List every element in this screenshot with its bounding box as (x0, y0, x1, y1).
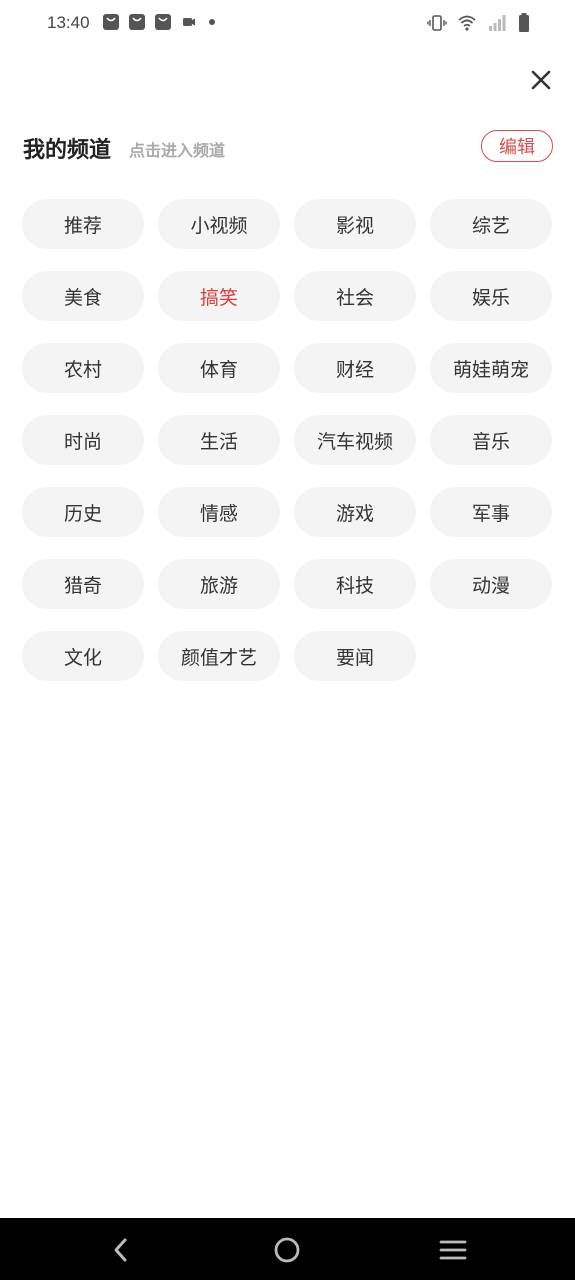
back-chevron-icon (114, 1238, 127, 1262)
shopping-bag-icon (129, 14, 145, 30)
edit-button[interactable]: 编辑 (481, 130, 553, 162)
channel-chip[interactable]: 汽车视频 (294, 415, 416, 465)
channel-chip[interactable]: 农村 (22, 343, 144, 393)
channel-chip[interactable]: 萌娃萌宠 (430, 343, 552, 393)
dot-icon (209, 19, 215, 25)
channel-chip[interactable]: 游戏 (294, 487, 416, 537)
my-channels-header: 我的频道 点击进入频道 编辑 (23, 128, 553, 168)
channel-chip[interactable]: 历史 (22, 487, 144, 537)
system-navigation-bar (0, 1218, 575, 1280)
channel-chip[interactable]: 社会 (294, 271, 416, 321)
channel-chip[interactable]: 情感 (158, 487, 280, 537)
battery-icon (519, 13, 529, 32)
channel-chip[interactable]: 时尚 (22, 415, 144, 465)
channel-chip[interactable]: 体育 (158, 343, 280, 393)
channel-chip[interactable]: 动漫 (430, 559, 552, 609)
notification-icons (102, 13, 218, 31)
shopping-bag-icon (155, 14, 171, 30)
channel-grid: 推荐 小视频 影视 综艺美食 搞笑 社会 娱乐农村 体育 财经 萌娃萌宠时尚 生活 汽车视频 音乐历史情… (22, 199, 553, 681)
channel-chip[interactable]: 要闻 (294, 631, 416, 681)
channel-chip[interactable]: 猎奇 (22, 559, 144, 609)
channel-chip[interactable]: 小视频 (158, 199, 280, 249)
wifi-icon (458, 15, 476, 31)
close-icon (531, 70, 551, 90)
channel-chip[interactable]: 颜值才艺 (158, 631, 280, 681)
video-camera-icon (183, 18, 195, 26)
home-button[interactable] (271, 1234, 303, 1266)
channel-chip[interactable]: 美食 (22, 271, 144, 321)
channel-editor-screen: 13:40 我的频道 点击进入频道 编辑 推荐 小视频 影视 综艺 美食 搞笑 … (0, 0, 575, 1280)
channel-chip[interactable]: 军事 (430, 487, 552, 537)
close-button[interactable] (527, 66, 555, 94)
menu-lines-icon (439, 1240, 467, 1260)
channel-chip[interactable]: 音乐 (430, 415, 552, 465)
status-time: 13:40 (47, 13, 90, 32)
channel-chip[interactable]: 科技 (294, 559, 416, 609)
back-button[interactable] (105, 1234, 137, 1266)
channel-chip[interactable]: 旅游 (158, 559, 280, 609)
section-subtitle: 点击进入频道 (129, 141, 226, 160)
recents-button[interactable] (437, 1234, 469, 1266)
section-title: 我的频道 (23, 138, 112, 163)
signal-icon (489, 15, 506, 31)
system-status-icons (427, 12, 531, 34)
status-bar: 13:40 (0, 0, 575, 48)
channel-chip[interactable]: 文化 (22, 631, 144, 681)
vibrate-icon (427, 15, 447, 31)
channel-chip[interactable]: 财经 (294, 343, 416, 393)
shopping-bag-icon (103, 14, 119, 30)
channel-chip[interactable]: 综艺 (430, 199, 552, 249)
channel-chip[interactable]: 推荐 (22, 199, 144, 249)
channel-chip[interactable]: 影视 (294, 199, 416, 249)
channel-chip[interactable]: 搞笑 (158, 271, 280, 321)
channel-chip[interactable]: 娱乐 (430, 271, 552, 321)
home-circle-icon (274, 1237, 300, 1263)
channel-chip[interactable]: 生活 (158, 415, 280, 465)
